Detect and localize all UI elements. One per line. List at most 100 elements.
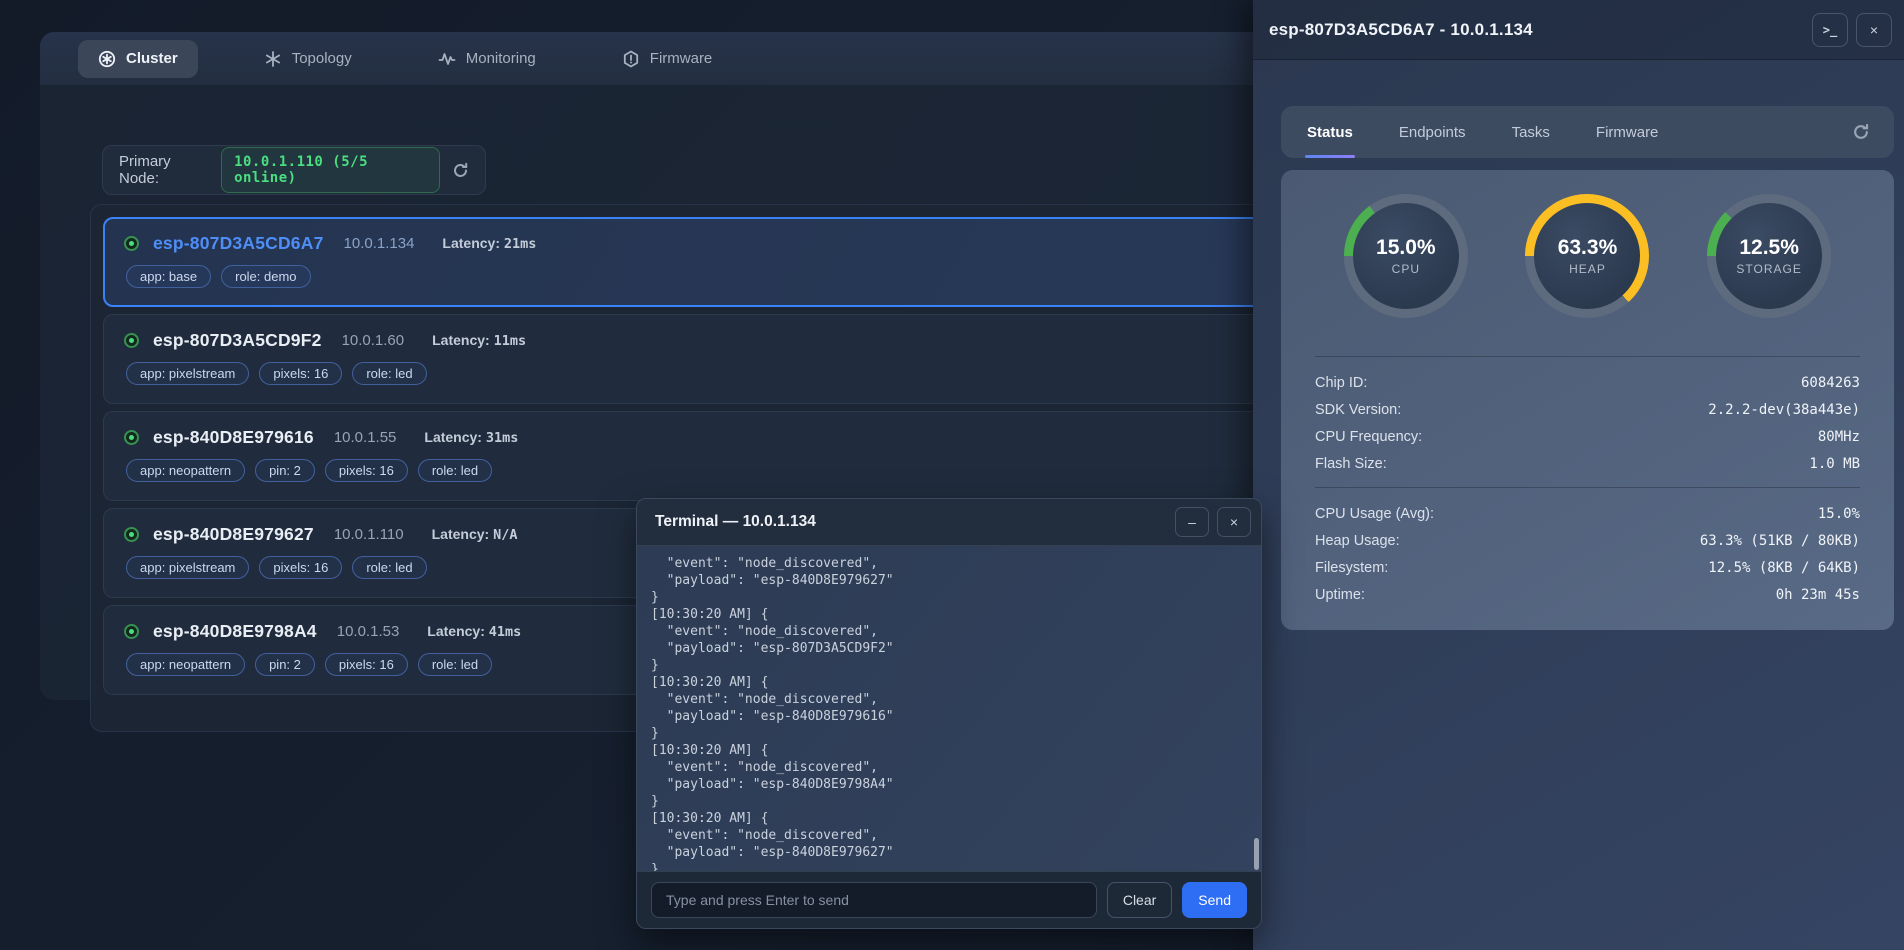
node-ip: 10.0.1.55 (334, 429, 397, 446)
status-online-icon (124, 333, 139, 348)
info-value: 2.2.2-dev(38a443e) (1708, 402, 1860, 418)
terminal-command-input[interactable] (651, 882, 1097, 918)
usage-label: Heap Usage: (1315, 533, 1400, 549)
info-row: CPU Frequency: 80MHz (1315, 423, 1860, 450)
tab-tasks[interactable]: Tasks (1510, 106, 1552, 158)
terminal-minimize-button[interactable]: – (1175, 507, 1209, 537)
tab-firmware[interactable]: Firmware (1594, 106, 1661, 158)
node-name: esp-807D3A5CD6A7 (153, 233, 324, 254)
terminal-titlebar[interactable]: Terminal — 10.0.1.134 – × (637, 499, 1261, 546)
usage-value: 15.0% (1818, 506, 1860, 522)
nav-tab-cluster[interactable]: Cluster (78, 40, 198, 78)
usage-value: 12.5% (8KB / 64KB) (1708, 560, 1860, 576)
usage-row: Heap Usage: 63.3% (51KB / 80KB) (1315, 527, 1860, 554)
usage-label: Filesystem: (1315, 560, 1388, 576)
usage-value: 0h 23m 45s (1776, 587, 1860, 603)
node-name: esp-840D8E9798A4 (153, 621, 317, 642)
info-row: SDK Version: 2.2.2-dev(38a443e) (1315, 396, 1860, 423)
nav-tab-label: Topology (292, 50, 352, 67)
primary-refresh-button[interactable] (452, 162, 469, 179)
cpu-gauge: 15.0% CPU (1344, 194, 1468, 318)
tab-status[interactable]: Status (1305, 106, 1355, 158)
firmware-icon (622, 50, 640, 68)
node-ip: 10.0.1.53 (337, 623, 400, 640)
node-name: esp-807D3A5CD9F2 (153, 330, 322, 351)
node-latency: Latency: 21ms (442, 235, 536, 252)
node-tag: pixels: 16 (259, 556, 342, 579)
send-button[interactable]: Send (1182, 882, 1247, 918)
panel-refresh-button[interactable] (1852, 123, 1870, 141)
node-ip: 10.0.1.134 (344, 235, 415, 252)
clear-button[interactable]: Clear (1107, 882, 1172, 918)
usage-row: Uptime: 0h 23m 45s (1315, 581, 1860, 608)
status-online-icon (124, 430, 139, 445)
node-tag: pixels: 16 (259, 362, 342, 385)
node-tag: app: neopattern (126, 653, 245, 676)
open-terminal-button[interactable]: >_ (1812, 13, 1848, 47)
gauge-row: 15.0% CPU 63.3% HEAP 12.5% STORAGE (1315, 194, 1860, 318)
terminal-title: Terminal — 10.0.1.134 (655, 513, 1167, 531)
info-label: SDK Version: (1315, 402, 1401, 418)
node-tag: role: led (418, 459, 492, 482)
panel-close-button[interactable]: × (1856, 13, 1892, 47)
terminal-log: "event": "node_discovered", "payload": "… (637, 546, 1261, 871)
info-row: Flash Size: 1.0 MB (1315, 450, 1860, 477)
node-latency: Latency: N/A (432, 526, 518, 543)
terminal-scrollbar[interactable] (1254, 838, 1259, 870)
usage-row: Filesystem: 12.5% (8KB / 64KB) (1315, 554, 1860, 581)
node-tag: pixels: 16 (325, 653, 408, 676)
node-latency: Latency: 31ms (424, 429, 518, 446)
tab-endpoints[interactable]: Endpoints (1397, 106, 1468, 158)
nav-tab-monitoring[interactable]: Monitoring (418, 40, 556, 78)
primary-node-label: Primary Node: (119, 153, 209, 187)
info-label: Flash Size: (1315, 456, 1387, 472)
node-tag: app: neopattern (126, 459, 245, 482)
node-name: esp-840D8E979616 (153, 427, 314, 448)
gauge-value: 63.3% (1558, 236, 1618, 260)
panel-tabs: Status Endpoints Tasks Firmware (1281, 106, 1894, 158)
divider (1315, 356, 1860, 357)
gauge-label: CPU (1392, 262, 1420, 276)
node-tag: app: pixelstream (126, 362, 249, 385)
node-tag: pin: 2 (255, 653, 315, 676)
info-value: 80MHz (1818, 429, 1860, 445)
terminal-window: Terminal — 10.0.1.134 – × "event": "node… (636, 498, 1262, 929)
usage-row: CPU Usage (Avg): 15.0% (1315, 500, 1860, 527)
info-label: CPU Frequency: (1315, 429, 1422, 445)
node-tag: app: base (126, 265, 211, 288)
close-icon: × (1870, 22, 1878, 38)
node-tag: role: led (352, 556, 426, 579)
terminal-input-bar: Clear Send (637, 871, 1261, 928)
heap-gauge: 63.3% HEAP (1525, 194, 1649, 318)
node-tag: role: demo (221, 265, 310, 288)
gauge-value: 15.0% (1376, 236, 1436, 260)
gauge-value: 12.5% (1739, 236, 1799, 260)
app-screen: Cluster Topology Monitoring Firmware Pri… (0, 0, 1904, 950)
nav-tab-label: Monitoring (466, 50, 536, 67)
terminal-output[interactable]: "event": "node_discovered", "payload": "… (637, 546, 1261, 871)
node-tag: pixels: 16 (325, 459, 408, 482)
node-tag: role: led (418, 653, 492, 676)
nav-tab-label: Firmware (650, 50, 713, 67)
node-tag: pin: 2 (255, 459, 315, 482)
primary-node-badge: 10.0.1.110 (5/5 online) (221, 147, 440, 193)
info-row: Chip ID: 6084263 (1315, 369, 1860, 396)
node-ip: 10.0.1.60 (342, 332, 405, 349)
primary-node-card: Primary Node: 10.0.1.110 (5/5 online) (102, 145, 486, 195)
close-icon: × (1230, 514, 1238, 530)
nav-tab-topology[interactable]: Topology (244, 40, 372, 78)
node-latency: Latency: 41ms (427, 623, 521, 640)
status-online-icon (124, 527, 139, 542)
usage-label: CPU Usage (Avg): (1315, 506, 1434, 522)
gauge-label: HEAP (1569, 262, 1606, 276)
node-detail-panel: esp-807D3A5CD6A7 - 10.0.1.134 >_ × Statu… (1253, 0, 1904, 950)
node-latency: Latency: 11ms (432, 332, 526, 349)
refresh-icon (452, 162, 469, 179)
nav-tab-firmware[interactable]: Firmware (602, 40, 733, 78)
status-online-icon (124, 624, 139, 639)
usage-value: 63.3% (51KB / 80KB) (1700, 533, 1860, 549)
status-card: 15.0% CPU 63.3% HEAP 12.5% STORAGE (1281, 170, 1894, 630)
topology-icon (264, 50, 282, 68)
terminal-close-button[interactable]: × (1217, 507, 1251, 537)
cluster-icon (98, 50, 116, 68)
